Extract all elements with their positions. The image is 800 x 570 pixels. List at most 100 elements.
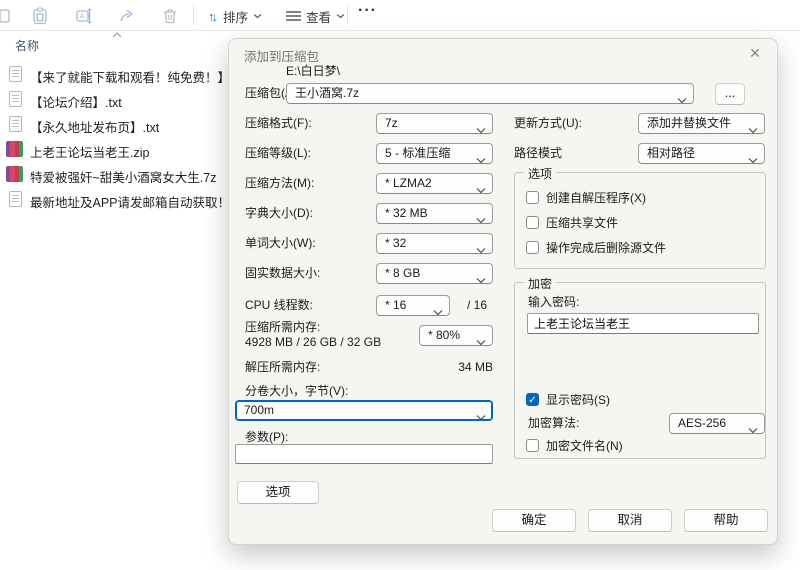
solid-block-dropdown[interactable]: * 8 GB — [376, 263, 493, 284]
archive-name-combobox[interactable]: 王小酒窝.7z — [286, 83, 694, 104]
chevron-down-icon — [476, 408, 486, 420]
cancel-button[interactable]: 取消 — [588, 509, 672, 532]
checkbox-box[interactable] — [526, 191, 539, 204]
volume-size-label: 分卷大小，字节(V): — [245, 384, 349, 398]
file-name: 上老王论坛当老王.zip — [30, 146, 150, 160]
checkbox-box[interactable] — [526, 216, 539, 229]
share-icon[interactable] — [118, 7, 136, 25]
help-button[interactable]: 帮助 — [684, 509, 768, 532]
password-input[interactable] — [527, 313, 759, 334]
sort-button-label: 排序 — [223, 10, 249, 25]
text-file-icon — [9, 116, 22, 132]
view-button[interactable]: 查看 — [280, 4, 351, 28]
text-file-icon — [9, 66, 22, 82]
encryption-method-dropdown[interactable]: AES-256 — [669, 413, 765, 434]
chevron-down-icon — [253, 14, 262, 19]
format-value: 7z — [385, 116, 398, 130]
svg-text:A: A — [80, 12, 85, 21]
options-button[interactable]: 选项 — [237, 481, 319, 504]
ok-button[interactable]: 确定 — [492, 509, 576, 532]
view-button-label: 查看 — [306, 10, 332, 25]
level-label: 压缩等级(L): — [245, 146, 312, 160]
memory-decompress-label: 解压所需内存: — [245, 360, 321, 374]
word-size-label: 单词大小(W): — [245, 236, 316, 250]
level-value: 5 - 标准压缩 — [385, 146, 451, 160]
text-file-icon — [9, 91, 22, 107]
memory-decompress-value: 34 MB — [458, 360, 493, 374]
paste-icon[interactable] — [31, 7, 49, 25]
checkbox-label: 创建自解压程序(X) — [546, 191, 646, 205]
volume-size-value: 700m — [244, 403, 275, 417]
checkbox-label: 显示密码(S) — [546, 393, 610, 407]
file-name: 【论坛介绍】.txt — [30, 96, 122, 110]
chevron-down-icon — [748, 121, 758, 133]
update-mode-value: 添加并替换文件 — [647, 116, 732, 130]
parameters-input[interactable] — [235, 444, 493, 464]
checkbox-box[interactable] — [526, 439, 539, 452]
check-icon: ✓ — [528, 395, 537, 406]
chevron-down-icon — [433, 303, 443, 315]
file-row[interactable]: 上老王论坛当老王.zip — [0, 137, 228, 162]
solid-block-label: 固实数据大小: — [245, 266, 321, 280]
checkbox-label: 加密文件名(N) — [546, 439, 623, 453]
explorer-toolbar: A ↑↓ 排序 查看 ··· — [0, 0, 800, 31]
close-icon[interactable]: ✕ — [746, 44, 764, 62]
encryption-method-label: 加密算法: — [528, 416, 580, 430]
encryption-method-value: AES-256 — [678, 416, 727, 430]
checkbox-box: ✓ — [526, 393, 539, 406]
checkbox-label: 操作完成后删除源文件 — [546, 241, 667, 255]
cpu-threads-dropdown[interactable]: * 16 — [376, 295, 450, 316]
chevron-down-icon — [476, 121, 486, 133]
chevron-down-icon — [677, 91, 687, 103]
checkbox-delete-after[interactable]: 操作完成后删除源文件 — [526, 239, 666, 256]
path-mode-value: 相对路径 — [647, 146, 696, 160]
sort-arrows-icon: ↑↓ — [208, 8, 218, 24]
method-dropdown[interactable]: * LZMA2 — [376, 173, 493, 194]
toolbar-separator — [193, 6, 194, 25]
dictionary-dropdown[interactable]: * 32 MB — [376, 203, 493, 224]
browse-button[interactable]: ... — [715, 83, 745, 105]
memory-usage-dropdown[interactable]: * 80% — [419, 325, 493, 346]
chevron-down-icon — [748, 151, 758, 163]
checkbox-compress-shared[interactable]: 压缩共享文件 — [526, 214, 618, 231]
checkbox-show-password[interactable]: ✓ 显示密码(S) — [526, 391, 610, 408]
delete-icon[interactable] — [161, 7, 179, 25]
encryption-group-title: 加密 — [524, 275, 557, 292]
chevron-down-icon — [476, 151, 486, 163]
sort-button[interactable]: ↑↓ 排序 — [202, 4, 268, 28]
rename-icon[interactable]: A — [75, 7, 93, 25]
more-options-button[interactable]: ··· — [358, 2, 377, 20]
file-row[interactable]: 【论坛介绍】.txt — [0, 87, 228, 112]
chevron-down-icon — [476, 241, 486, 253]
view-lines-icon — [286, 11, 301, 21]
list-header: 名称 — [0, 32, 225, 56]
path-mode-dropdown[interactable]: 相对路径 — [638, 143, 765, 164]
method-label: 压缩方法(M): — [245, 176, 315, 190]
memory-usage-value: * 80% — [428, 328, 461, 342]
format-dropdown[interactable]: 7z — [376, 113, 493, 134]
file-row[interactable]: 【永久地址发布页】.txt — [0, 112, 228, 137]
word-size-dropdown[interactable]: * 32 — [376, 233, 493, 254]
checkbox-label: 压缩共享文件 — [546, 216, 619, 230]
sort-ascending-caret-icon[interactable] — [112, 32, 122, 38]
file-row[interactable]: 【来了就能下载和观看！纯免费！】.txt — [0, 62, 247, 87]
checkbox-box[interactable] — [526, 241, 539, 254]
level-dropdown[interactable]: 5 - 标准压缩 — [376, 143, 493, 164]
checkbox-encrypt-filenames[interactable]: 加密文件名(N) — [526, 437, 623, 454]
volume-size-combobox[interactable]: 700m — [235, 400, 493, 421]
copy-icon[interactable] — [0, 7, 10, 25]
column-header-name[interactable]: 名称 — [15, 37, 39, 54]
archive-file-icon — [6, 141, 23, 157]
method-value: * LZMA2 — [385, 176, 432, 190]
file-name: 特爱被强奸~甜美小酒窝女大生.7z — [30, 171, 217, 185]
cpu-threads-max: / 16 — [467, 298, 488, 312]
file-row[interactable]: 最新地址及APP请发邮箱自动获取！！！.... — [0, 187, 269, 212]
file-name: 【来了就能下载和观看！纯免费！】.txt — [30, 71, 247, 85]
memory-compress-label: 压缩所需内存: — [245, 320, 321, 334]
file-row[interactable]: 特爱被强奸~甜美小酒窝女大生.7z — [0, 162, 228, 187]
update-mode-dropdown[interactable]: 添加并替换文件 — [638, 113, 765, 134]
chevron-down-icon — [476, 271, 486, 283]
checkbox-create-sfx[interactable]: 创建自解压程序(X) — [526, 189, 646, 206]
path-mode-label: 路径模式 — [514, 146, 563, 160]
update-mode-label: 更新方式(U): — [514, 116, 582, 130]
